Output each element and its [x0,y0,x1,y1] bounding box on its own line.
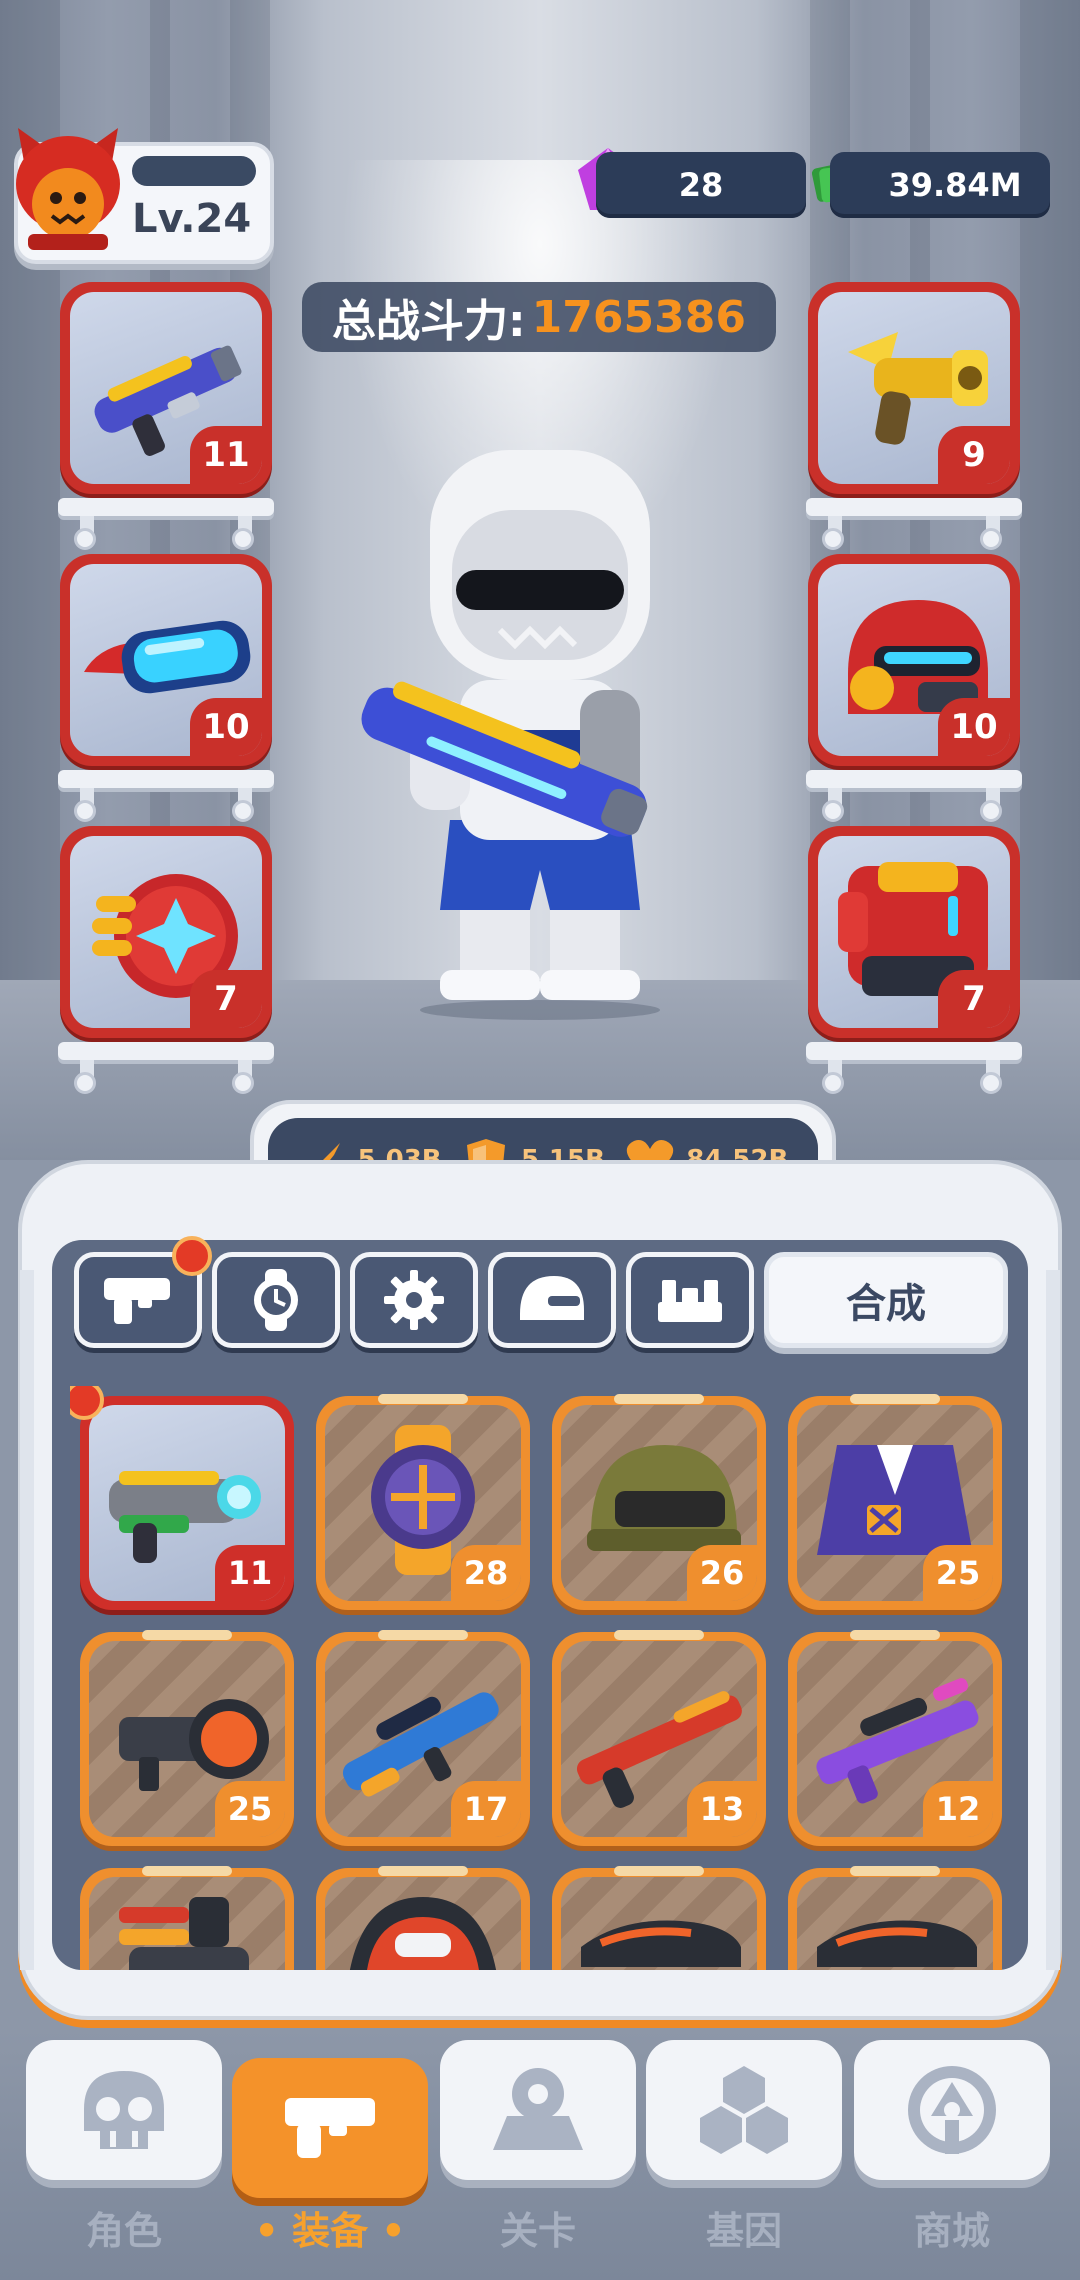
slot-level: 9 [938,426,1010,484]
slot-level: 7 [938,970,1010,1028]
nav-label-shop: 商城 [913,2209,990,2253]
racing-helmet-icon [350,1897,496,1970]
notification-dot [172,1236,212,1276]
gun-icon [104,1278,170,1324]
shelf [806,1042,1022,1094]
tab-gear[interactable] [350,1252,478,1348]
gem-counter[interactable]: 28 [596,152,806,218]
total-power-value: 1765386 [531,291,746,343]
inventory-item[interactable]: 17 [316,1630,530,1846]
panel-edge [1046,1270,1060,1970]
inventory-item[interactable]: 25 [788,1394,1002,1610]
orange-shoe-icon [817,1920,977,1967]
slot-level: 10 [938,698,1010,756]
slot-level: 7 [190,970,262,1028]
gem-count: 28 [678,166,724,204]
nav-label-character: 角色 [85,2209,162,2253]
hexagon-icon [700,2066,788,2154]
tab-helmets[interactable] [488,1252,616,1348]
inventory-item[interactable] [788,1866,1002,1970]
inventory-item[interactable] [552,1866,766,1970]
total-power: 总战斗力: 1765386 [302,282,776,352]
nav-equipment[interactable] [232,2058,428,2198]
map-pin-icon [493,2068,583,2150]
tab-accessories[interactable] [212,1252,340,1348]
nav-genes[interactable] [646,2040,842,2180]
item-level: 28 [451,1545,521,1601]
tab-armor[interactable] [626,1252,754,1348]
inventory-item[interactable]: 12 [788,1630,1002,1846]
panel-edge [20,1270,34,1970]
merge-button[interactable]: 合成 [764,1252,1008,1348]
shelf [806,770,1022,822]
nav-shop[interactable] [854,2040,1050,2180]
item-level: 25 [923,1545,993,1601]
nav-label-equipment: • 装备 • [232,2200,428,2255]
merge-button-label: 合成 [846,1281,926,1327]
active-dot: • [381,2209,406,2253]
inventory-item[interactable]: 26 [552,1394,766,1610]
grenade-pack-icon [119,1897,249,1970]
equip-slot-helmet[interactable]: 10 [808,554,1020,766]
nav-label-equipment-text: 装备 [291,2209,368,2253]
shelf [806,498,1022,550]
item-level: 11 [215,1545,285,1601]
equip-slot-weapon[interactable]: 11 [60,282,272,494]
xp-bar [132,156,256,186]
shop-icon [908,2066,996,2154]
armor-icon [658,1280,722,1322]
inventory-grid: 11 28 26 25 25 17 13 12 [70,1386,1014,1970]
inventory-item[interactable]: 28 [316,1394,530,1610]
nav-character[interactable] [26,2040,222,2180]
inventory-item[interactable] [316,1866,530,1970]
player-level: Lv.24 [132,196,252,242]
cash-amount: 39.84M [888,166,1022,204]
watch-icon [254,1269,298,1331]
character-model[interactable]: B [360,440,720,1020]
item-level: 12 [923,1781,993,1837]
cash-counter[interactable]: 39.84M [830,152,1050,218]
helmet-icon [520,1276,584,1320]
item-level: 25 [215,1781,285,1837]
shelf [58,770,274,822]
equip-slot-armor[interactable]: 7 [808,826,1020,1038]
equip-slot-pistol[interactable]: 9 [808,282,1020,494]
shelf [58,1042,274,1094]
orange-shoe-icon [581,1920,741,1967]
inventory-item[interactable] [80,1866,294,1970]
avatar[interactable] [10,122,126,252]
inventory-item[interactable]: 13 [552,1630,766,1846]
item-level: 26 [687,1545,757,1601]
inventory-item[interactable]: 11 [80,1396,294,1610]
gear-icon [384,1270,444,1330]
equip-slot-goggles[interactable]: 10 [60,554,272,766]
nav-levels[interactable] [440,2040,636,2180]
skull-icon [84,2071,164,2149]
equip-slot-gauntlet[interactable]: 7 [60,826,272,1038]
total-power-label: 总战斗力: [332,296,526,347]
slot-level: 11 [190,426,262,484]
nav-label-levels: 关卡 [499,2209,576,2253]
nav-label-genes: 基因 [705,2209,782,2253]
slot-level: 10 [190,698,262,756]
gun-icon [285,2098,375,2158]
shelf [58,498,274,550]
active-dot: • [254,2209,279,2253]
item-level: 13 [687,1781,757,1837]
inventory-item[interactable]: 25 [80,1630,294,1846]
item-level: 17 [451,1781,521,1837]
